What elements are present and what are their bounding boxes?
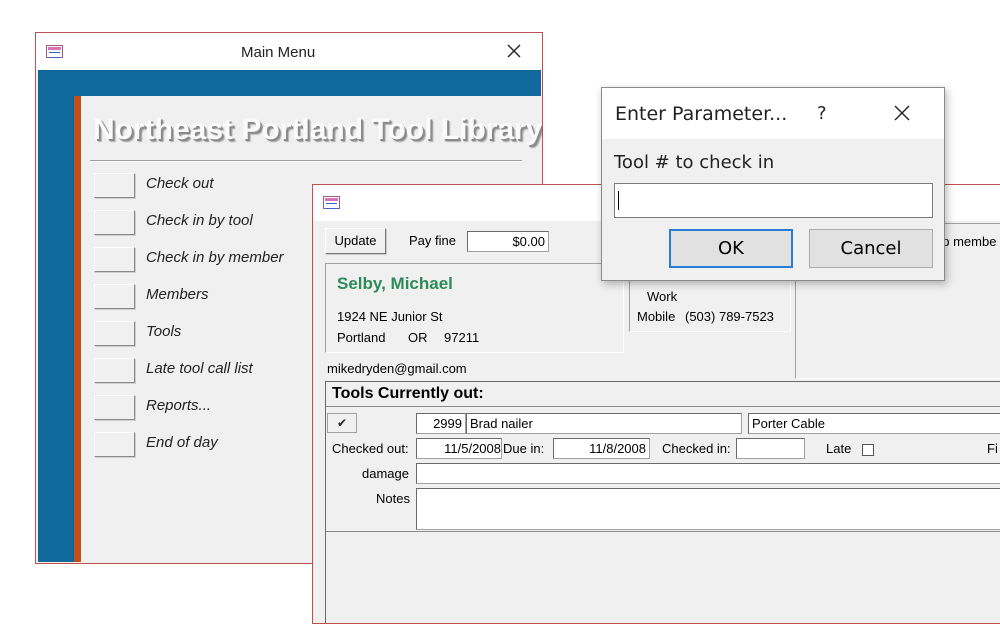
member-email: mikedryden@gmail.com [327,361,467,376]
dialog-prompt: Tool # to check in [614,152,775,173]
brand-field[interactable]: Porter Cable [748,413,1000,434]
late-tool-call-list-label: Late tool call list [146,360,253,377]
address-line: 1924 NE Junior St [337,309,443,324]
enter-parameter-dialog: Enter Parameter... ? Tool # to check in … [601,87,945,281]
checkbox-checked-icon[interactable]: ✔ [327,413,357,433]
damage-field[interactable] [416,463,1000,484]
cancel-button-label: Cancel [840,238,902,259]
tools-label: Tools [146,323,182,340]
reports-button[interactable] [94,395,135,420]
close-icon[interactable] [504,41,524,61]
mobile-phone-label: Mobile [637,309,676,324]
due-in-label: Due in: [503,441,545,456]
notes-label: Notes [376,491,410,506]
checked-in-field[interactable] [736,438,805,459]
tool-number-field[interactable]: 2999 [416,413,466,434]
check-in-by-member-button[interactable] [94,247,135,272]
members-button[interactable] [94,284,135,309]
work-phone-label: Work [647,289,678,304]
tools-button[interactable] [94,321,135,346]
end-of-day-label: End of day [146,434,218,451]
end-of-day-button[interactable] [94,432,135,457]
check-out-label: Check out [146,175,214,192]
tool-name-field[interactable]: Brad nailer [466,413,742,434]
checked-out-field[interactable]: 11/5/2008 [416,438,502,459]
state: OR [408,330,428,345]
due-in-field[interactable]: 11/8/2008 [553,438,650,459]
close-icon[interactable] [892,103,912,123]
check-in-by-tool-label: Check in by tool [146,212,253,229]
main-menu-divider [90,160,522,162]
reports-label: Reports... [146,397,212,414]
late-checkbox[interactable] [862,444,874,456]
members-label: Members [146,286,209,303]
update-button[interactable]: Update [325,228,386,254]
city: Portland [337,330,386,345]
late-tool-call-list-button[interactable] [94,358,135,383]
main-menu-header: Northeast Portland Tool Library [93,113,543,146]
parameter-input[interactable] [614,183,933,218]
text-caret [618,191,619,210]
main-menu-titlebar: Main Menu [36,33,542,70]
ok-button[interactable]: OK [669,229,793,268]
damage-label: damage [362,466,409,481]
late-label: Late [826,441,852,456]
checkbox-mark: ✔ [336,416,348,430]
cancel-button[interactable]: Cancel [809,229,933,268]
main-menu-title: Main Menu [241,44,316,61]
check-out-button[interactable] [94,173,135,198]
main-menu-banner-left [38,70,74,562]
checked-in-label: Checked in: [662,441,731,456]
zip: 97211 [444,330,480,345]
dialog-title: Enter Parameter... [615,103,788,125]
app-form-icon [323,196,340,209]
fine-label-partial: Fi [987,441,998,456]
member-name: Selby, Michael [337,274,453,293]
app-form-icon [46,45,63,58]
notes-field[interactable] [416,488,1000,530]
update-button-label: Update [334,233,377,248]
mobile-phone-value: (503) 789-7523 [685,309,774,324]
ok-button-label: OK [718,238,744,259]
check-in-by-tool-button[interactable] [94,210,135,235]
tools-header: Tools Currently out: [332,385,484,402]
checked-out-label: Checked out: [332,441,409,456]
pay-fine-label: Pay fine [409,233,456,248]
main-menu-accent-stripe [74,96,81,562]
check-in-by-member-label: Check in by member [146,249,284,266]
main-menu-banner-top [38,70,541,96]
pay-fine-field[interactable]: $0.00 [467,231,549,252]
help-icon[interactable]: ? [817,103,827,124]
phone-panel [629,280,791,332]
